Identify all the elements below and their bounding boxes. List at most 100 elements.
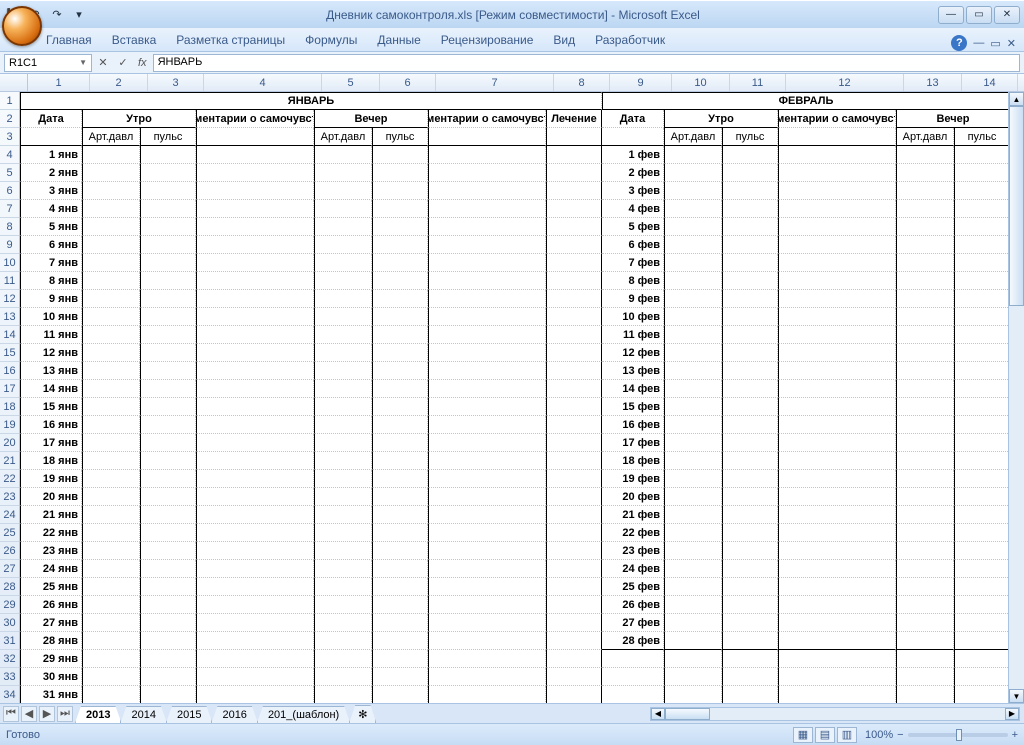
cell[interactable] (778, 128, 896, 146)
cell[interactable] (196, 668, 314, 686)
cell[interactable] (896, 650, 954, 668)
cell[interactable] (140, 182, 196, 200)
hscroll-thumb[interactable] (665, 708, 710, 720)
cell[interactable] (722, 524, 778, 542)
qat-dropdown-icon[interactable]: ▾ (70, 6, 88, 24)
cell[interactable] (196, 452, 314, 470)
ribbon-tab-home[interactable]: Главная (36, 29, 102, 51)
cell[interactable] (664, 326, 722, 344)
horizontal-scrollbar[interactable]: ◀ ▶ (650, 707, 1020, 721)
row-header[interactable]: 14 (0, 326, 19, 344)
cell[interactable] (954, 164, 1010, 182)
cell[interactable] (428, 560, 546, 578)
cell[interactable] (954, 308, 1010, 326)
cell[interactable] (664, 452, 722, 470)
cell[interactable] (546, 452, 602, 470)
cell[interactable] (778, 488, 896, 506)
cell[interactable] (664, 488, 722, 506)
cell[interactable] (82, 362, 140, 380)
cell[interactable] (428, 182, 546, 200)
cell[interactable] (428, 668, 546, 686)
sheet-tab[interactable]: 2015 (166, 706, 212, 723)
row-header[interactable]: 2 (0, 110, 19, 128)
cell[interactable] (546, 290, 602, 308)
row-header[interactable]: 17 (0, 380, 19, 398)
cell[interactable] (428, 416, 546, 434)
cell[interactable] (954, 650, 1010, 668)
cell[interactable] (778, 650, 896, 668)
cell[interactable]: Дата (602, 110, 664, 128)
cell[interactable] (546, 272, 602, 290)
cell[interactable] (778, 398, 896, 416)
cell[interactable] (546, 596, 602, 614)
cell[interactable] (196, 218, 314, 236)
row-header[interactable]: 15 (0, 344, 19, 362)
cell[interactable] (954, 218, 1010, 236)
cell[interactable] (196, 470, 314, 488)
column-header[interactable]: 10 (672, 74, 730, 91)
row-header[interactable]: 33 (0, 668, 19, 686)
cell[interactable] (372, 434, 428, 452)
cell[interactable] (722, 398, 778, 416)
column-header[interactable]: 8 (554, 74, 610, 91)
row-header[interactable]: 29 (0, 596, 19, 614)
cell[interactable] (314, 218, 372, 236)
cell[interactable] (82, 632, 140, 650)
cell[interactable] (82, 686, 140, 703)
cell[interactable]: 10 фев (602, 308, 664, 326)
cell[interactable] (954, 290, 1010, 308)
cell[interactable] (722, 164, 778, 182)
cell[interactable] (546, 542, 602, 560)
cell[interactable] (722, 362, 778, 380)
cell[interactable] (664, 398, 722, 416)
cell[interactable] (778, 596, 896, 614)
cell[interactable] (546, 398, 602, 416)
cell[interactable]: Дата (20, 110, 82, 128)
cell[interactable] (546, 524, 602, 542)
row-header[interactable]: 8 (0, 218, 19, 236)
cell[interactable]: ЯНВАРЬ (20, 92, 602, 110)
cell[interactable] (428, 614, 546, 632)
cell[interactable] (428, 290, 546, 308)
cell[interactable] (314, 254, 372, 272)
cell[interactable] (954, 236, 1010, 254)
cell[interactable] (778, 200, 896, 218)
row-header[interactable]: 22 (0, 470, 19, 488)
cell[interactable]: Арт.давл (82, 128, 140, 146)
sheet-nav-next[interactable]: ▶ (39, 706, 55, 722)
cell[interactable] (196, 434, 314, 452)
cell[interactable] (82, 668, 140, 686)
hscroll-left-button[interactable]: ◀ (651, 708, 665, 720)
cell[interactable] (778, 254, 896, 272)
zoom-in-button[interactable]: + (1012, 729, 1018, 741)
cell[interactable] (314, 434, 372, 452)
ribbon-tab-formulas[interactable]: Формулы (295, 29, 367, 51)
cell[interactable] (82, 578, 140, 596)
cell[interactable] (196, 254, 314, 272)
cell[interactable] (954, 542, 1010, 560)
cell[interactable] (546, 686, 602, 703)
cell[interactable] (664, 308, 722, 326)
cell[interactable] (372, 452, 428, 470)
cell[interactable] (196, 236, 314, 254)
cell[interactable] (546, 650, 602, 668)
cell[interactable]: 21 янв (20, 506, 82, 524)
cell[interactable] (954, 434, 1010, 452)
cell[interactable]: 18 янв (20, 452, 82, 470)
cell[interactable] (896, 308, 954, 326)
row-header[interactable]: 20 (0, 434, 19, 452)
cell[interactable] (314, 362, 372, 380)
cell[interactable] (778, 146, 896, 164)
ribbon-tab-insert[interactable]: Вставка (102, 29, 167, 51)
cell[interactable] (546, 308, 602, 326)
cell[interactable] (546, 578, 602, 596)
view-normal-button[interactable]: ▦ (793, 727, 813, 743)
row-header[interactable]: 12 (0, 290, 19, 308)
cell[interactable]: 20 фев (602, 488, 664, 506)
cell[interactable] (140, 506, 196, 524)
cell[interactable]: 12 янв (20, 344, 82, 362)
cell[interactable] (82, 434, 140, 452)
row-header[interactable]: 34 (0, 686, 19, 703)
cell[interactable] (82, 488, 140, 506)
cell[interactable] (82, 308, 140, 326)
